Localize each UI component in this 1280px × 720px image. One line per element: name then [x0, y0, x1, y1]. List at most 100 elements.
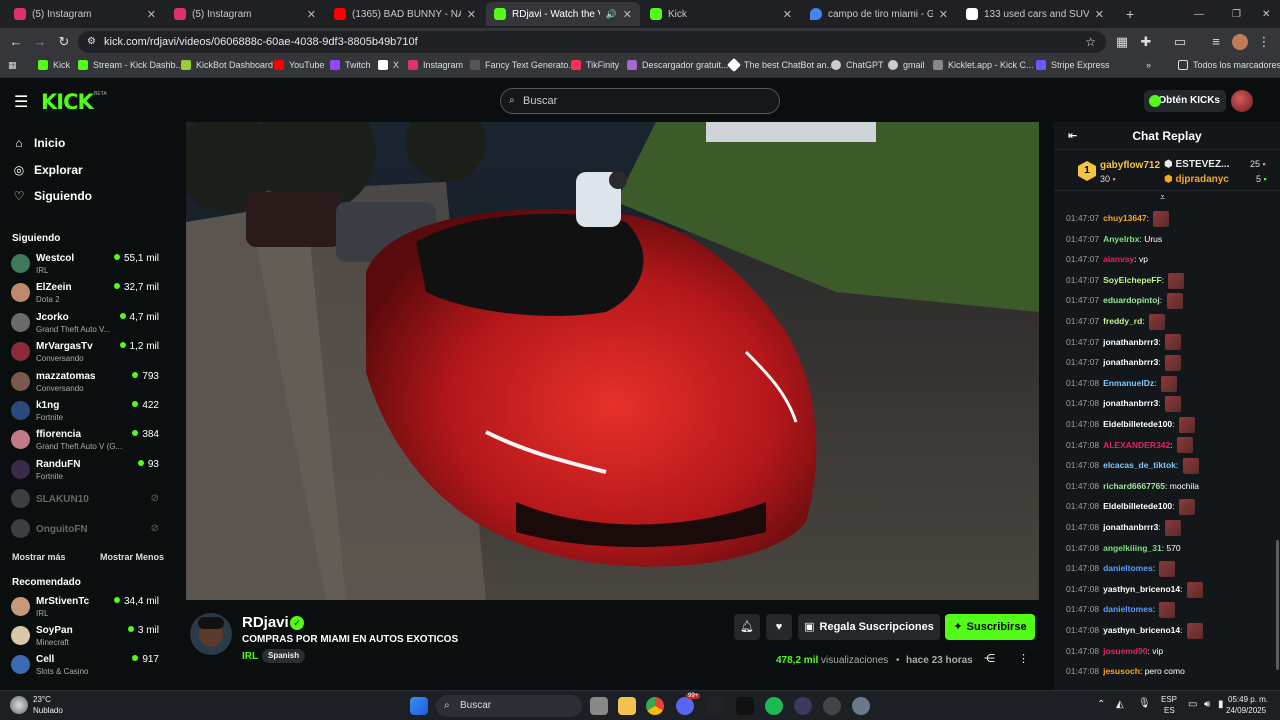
message-username[interactable]: freddy_rd — [1103, 316, 1142, 326]
message-username[interactable]: SoyElchepeFF — [1103, 275, 1162, 285]
profile-icon[interactable] — [1232, 34, 1248, 50]
message-username[interactable]: Eldelbilletede100 — [1103, 419, 1172, 429]
bookmark-descargador[interactable]: Descargador gratuit... — [627, 60, 729, 70]
bookmark-chatbot[interactable]: The best ChatBot an... — [726, 57, 834, 73]
sidepanel-icon[interactable]: ▭ — [1172, 34, 1188, 50]
close-icon[interactable]: ✕ — [623, 8, 632, 21]
monitor-icon[interactable]: ▭ — [1188, 699, 1197, 710]
kick-logo[interactable]: KICK — [41, 90, 94, 114]
share-icon[interactable]: ⋲ — [984, 652, 995, 665]
bookmark-kickbot[interactable]: KickBot Dashboard — [181, 60, 273, 70]
terminal-icon[interactable] — [706, 697, 724, 715]
battery-icon[interactable]: ▮ — [1218, 699, 1224, 710]
bookmark-stripe[interactable]: Stripe Express — [1036, 60, 1110, 70]
leader-1-name[interactable]: gabyflow712 — [1100, 160, 1160, 171]
leader-3-name[interactable]: ⬢ djpradanyc — [1164, 174, 1229, 185]
scroll-down-icon[interactable]: ⩡ — [1160, 192, 1165, 203]
message-username[interactable]: angelkiiing_31 — [1103, 543, 1162, 553]
channel-k1ng[interactable]: k1ng Fortnite 422 — [11, 399, 161, 427]
tab-used-cars[interactable]: 133 used cars and SUVs for sal✕ — [958, 2, 1112, 26]
streamer-avatar[interactable] — [190, 613, 232, 655]
nav-inicio[interactable]: ⌂ Inicio — [12, 136, 65, 150]
back-icon[interactable]: ← — [8, 34, 24, 50]
close-icon[interactable]: ✕ — [467, 8, 476, 21]
tab-rdjavi-vod[interactable]: RDjavi - Watch the VOD on🔊✕ — [486, 2, 640, 26]
task-view-icon[interactable] — [590, 697, 608, 715]
site-settings-icon[interactable]: ⚙ — [87, 31, 96, 53]
close-icon[interactable]: ✕ — [783, 8, 792, 21]
menu-dots-icon[interactable]: ⋮ — [1256, 34, 1272, 50]
tab-youtube[interactable]: (1365) BAD BUNNY - NADIE SA✕ — [326, 2, 484, 26]
close-icon[interactable]: ✕ — [939, 8, 948, 21]
tab-google-maps[interactable]: campo de tiro miami - Google✕ — [802, 2, 956, 26]
channel-onguitofn[interactable]: OnguitoFN ⊘ — [11, 517, 161, 545]
bookmark-star-icon[interactable]: ☆ — [1085, 31, 1096, 53]
message-username[interactable]: jonathanbrrr3 — [1103, 337, 1158, 347]
weather-desc[interactable]: Nublado — [33, 706, 63, 715]
channel-westcol[interactable]: Westcol IRL 55,1 mil — [11, 252, 161, 280]
obs-icon[interactable] — [794, 697, 812, 715]
more-bookmarks-icon[interactable]: » — [1146, 60, 1151, 70]
restore-icon[interactable]: ❐ — [1224, 2, 1244, 26]
notification-bell-button[interactable]: 🔔︎ — [734, 614, 760, 640]
taskbar-search[interactable]: ⌕ Buscar — [436, 695, 582, 717]
chat-scrollbar[interactable] — [1276, 540, 1279, 670]
message-username[interactable]: EnmanuelDz — [1103, 378, 1154, 388]
message-username[interactable]: danieltomes — [1103, 604, 1153, 614]
channel-jcorko[interactable]: Jcorko Grand Theft Auto V... 4,7 mil — [11, 311, 161, 339]
category-link[interactable]: IRL — [242, 651, 258, 662]
message-username[interactable]: alanvsy — [1103, 254, 1134, 264]
get-kicks-button[interactable]: Obtén KICKs — [1144, 90, 1226, 112]
channel-slakun10[interactable]: SLAKUN10 ⊘ — [11, 487, 161, 515]
bookmark-tikfinity[interactable]: TikFinity — [571, 60, 619, 70]
channel-mrstiventc[interactable]: MrStivenTc IRL 34,4 mil — [11, 595, 161, 623]
url-input[interactable]: ⚙ kick.com/rdjavi/videos/0606888c-60ae-40… — [78, 31, 1106, 53]
hamburger-menu-icon[interactable]: ☰ — [14, 92, 28, 112]
minimize-icon[interactable]: — — [1186, 2, 1206, 26]
discord-icon[interactable] — [676, 697, 694, 715]
file-explorer-icon[interactable] — [618, 697, 636, 715]
message-username[interactable]: elcacas_de_tiktok — [1103, 460, 1176, 470]
puzzle-icon[interactable]: ✚ — [1138, 34, 1154, 50]
nav-siguiendo[interactable]: ♡ Siguiendo — [12, 189, 92, 203]
close-icon[interactable]: ✕ — [147, 8, 156, 21]
message-username[interactable]: richard6667765 — [1103, 481, 1165, 491]
clock-time[interactable]: 05:49 p. m. — [1228, 695, 1268, 704]
epic-games-icon[interactable] — [736, 697, 754, 715]
window-close-icon[interactable]: ✕ — [1254, 2, 1274, 26]
streamer-name[interactable]: RDjavi — [242, 614, 289, 631]
bookmark-x[interactable]: X — [378, 60, 399, 70]
bookmark-gmail[interactable]: gmail — [888, 60, 925, 70]
language-top[interactable]: ESP — [1161, 695, 1177, 704]
nav-explorar[interactable]: ◎ Explorar — [12, 163, 83, 177]
tab-instagram-1[interactable]: (5) Instagram ✕ — [6, 2, 164, 26]
channel-elzeein[interactable]: ElZeein Dota 2 32,7 mil — [11, 281, 161, 309]
bookmark-fancy-text[interactable]: Fancy Text Generato... — [470, 60, 576, 70]
microphone-icon[interactable]: 🎙︎ — [1138, 698, 1151, 709]
new-tab-button[interactable]: + — [1118, 2, 1138, 26]
gift-subscriptions-button[interactable]: ▣ Regala Suscripciones — [798, 614, 940, 640]
bookmark-instagram[interactable]: Instagram — [408, 60, 463, 70]
bookmark-chatgpt[interactable]: ChatGPT — [831, 60, 884, 70]
leader-2-name[interactable]: ⬢ ESTEVEZ... — [1164, 159, 1229, 170]
channel-mrvargastv[interactable]: MrVargasTv Conversando 1,2 mil — [11, 340, 161, 368]
speaker-icon[interactable]: 🔊 — [606, 9, 617, 20]
bookmark-stream-dashboard[interactable]: Stream - Kick Dashb... — [78, 60, 183, 70]
bookmark-kicklet[interactable]: Kicklet.app - Kick C... — [933, 60, 1034, 70]
bookmark-twitch[interactable]: Twitch — [330, 60, 371, 70]
extension-icon[interactable]: ▦ — [1114, 34, 1130, 50]
channel-ffiorencia[interactable]: ffiorencia Grand Theft Auto V (G... 384 — [11, 428, 161, 456]
message-username[interactable]: yasthyn_briceno14 — [1103, 625, 1180, 635]
reload-icon[interactable]: ↻ — [56, 34, 72, 50]
message-username[interactable]: jonathanbrrr3 — [1103, 357, 1158, 367]
all-bookmarks[interactable]: Todos los marcadores — [1178, 60, 1280, 70]
spotify-icon[interactable] — [765, 697, 783, 715]
clock-date[interactable]: 24/09/2025 — [1226, 706, 1266, 715]
windows-start-icon[interactable] — [410, 697, 428, 715]
search-input[interactable]: ⌕ Buscar — [500, 88, 780, 114]
settings-gear-icon[interactable] — [852, 697, 870, 715]
user-avatar[interactable] — [1231, 90, 1253, 112]
media-icon[interactable]: ≡ — [1208, 34, 1224, 50]
message-username[interactable]: chuy13647 — [1103, 213, 1146, 223]
message-username[interactable]: Eldelbilletede100 — [1103, 501, 1172, 511]
